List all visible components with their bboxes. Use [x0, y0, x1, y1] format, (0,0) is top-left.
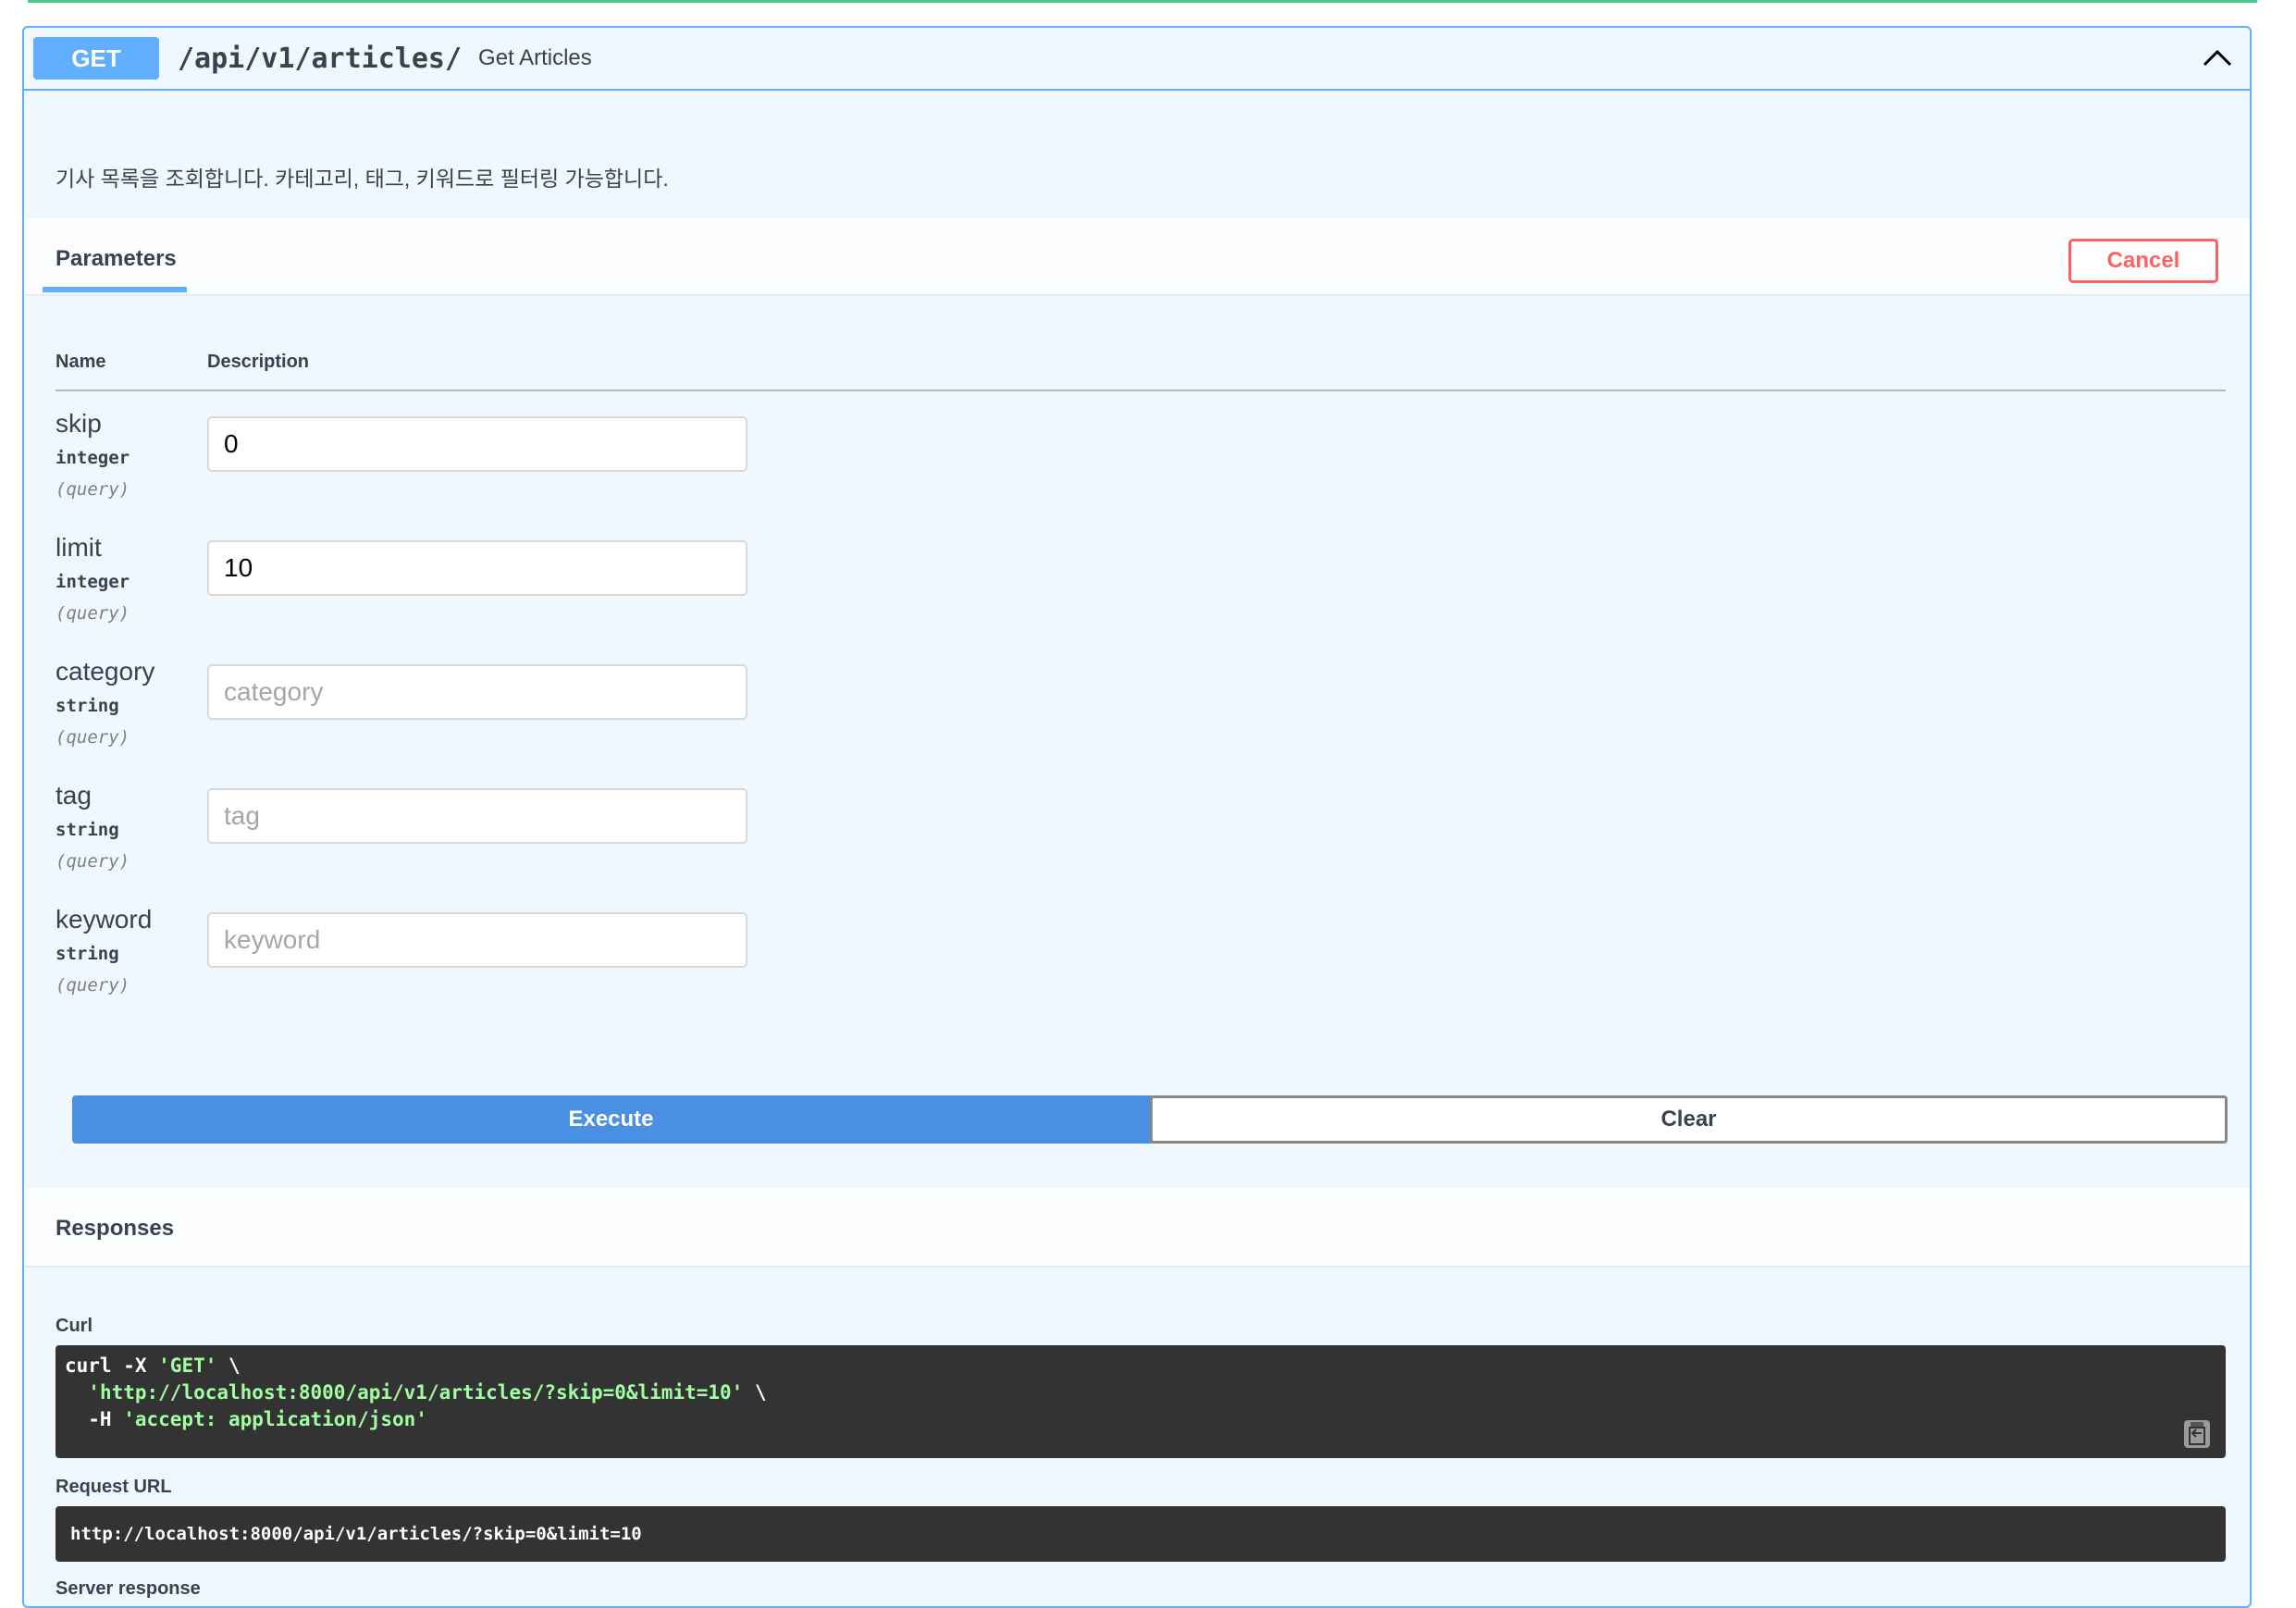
- param-name-tag: tag: [56, 781, 92, 810]
- skip-input[interactable]: [207, 416, 747, 472]
- curl-line-3: -H 'accept: application/json': [65, 1408, 427, 1430]
- param-in-category: (query): [56, 727, 130, 748]
- execute-wrapper: Execute Clear: [72, 1095, 2228, 1144]
- column-header-name: Name: [56, 352, 106, 372]
- column-header-description: Description: [207, 352, 310, 372]
- execute-button[interactable]: Execute: [72, 1095, 1150, 1144]
- tab-parameters[interactable]: Parameters: [56, 246, 177, 272]
- endpoint-path: /api/v1/articles/: [178, 42, 463, 75]
- param-name-keyword: keyword: [56, 905, 153, 934]
- param-type-limit: integer: [56, 572, 130, 592]
- param-in-keyword: (query): [56, 975, 130, 996]
- endpoint-summary: Get Articles: [478, 45, 592, 70]
- keyword-input[interactable]: [207, 912, 747, 968]
- parameters-header: Parameters Cancel: [24, 218, 2250, 294]
- curl-line-2: 'http://localhost:8000/api/v1/articles/?…: [88, 1381, 767, 1404]
- previous-opblock-border: [28, 0, 2257, 3]
- opblock-summary[interactable]: GET /api/v1/articles/ Get Articles: [24, 28, 2250, 91]
- param-in-limit: (query): [56, 603, 130, 624]
- param-type-keyword: string: [56, 944, 119, 964]
- clear-button[interactable]: Clear: [1150, 1095, 2228, 1144]
- curl-code-block[interactable]: curl -X 'GET' \ 'http://localhost:8000/a…: [56, 1345, 2226, 1458]
- cancel-button[interactable]: Cancel: [2068, 239, 2218, 283]
- responses-title: Responses: [56, 1216, 175, 1241]
- param-name-skip: skip: [56, 409, 102, 438]
- endpoint-description: 기사 목록을 조회합니다. 카테고리, 태그, 키워드로 필터링 가능합니다.: [56, 167, 669, 191]
- tab-active-indicator: [43, 287, 187, 292]
- limit-input[interactable]: [207, 540, 747, 596]
- param-in-skip: (query): [56, 479, 130, 500]
- clipboard-copy-icon[interactable]: [2183, 1419, 2211, 1449]
- category-input[interactable]: [207, 664, 747, 720]
- param-type-skip: integer: [56, 448, 130, 468]
- method-badge: GET: [33, 37, 159, 80]
- curl-label: Curl: [56, 1316, 93, 1336]
- param-type-category: string: [56, 696, 119, 716]
- param-type-tag: string: [56, 820, 119, 840]
- tag-input[interactable]: [207, 788, 747, 844]
- request-url-label: Request URL: [56, 1477, 172, 1497]
- chevron-up-icon[interactable]: [2202, 44, 2233, 72]
- responses-header: Responses: [24, 1188, 2250, 1266]
- param-in-tag: (query): [56, 851, 130, 872]
- curl-line-1: curl -X 'GET' \: [65, 1354, 241, 1377]
- request-url-block[interactable]: http://localhost:8000/api/v1/articles/?s…: [56, 1506, 2226, 1562]
- opblock-get-articles: GET /api/v1/articles/ Get Articles 기사 목록…: [22, 26, 2252, 1608]
- header-divider: [56, 390, 2226, 391]
- server-response-label: Server response: [56, 1578, 201, 1599]
- param-name-limit: limit: [56, 533, 102, 562]
- param-name-category: category: [56, 657, 155, 686]
